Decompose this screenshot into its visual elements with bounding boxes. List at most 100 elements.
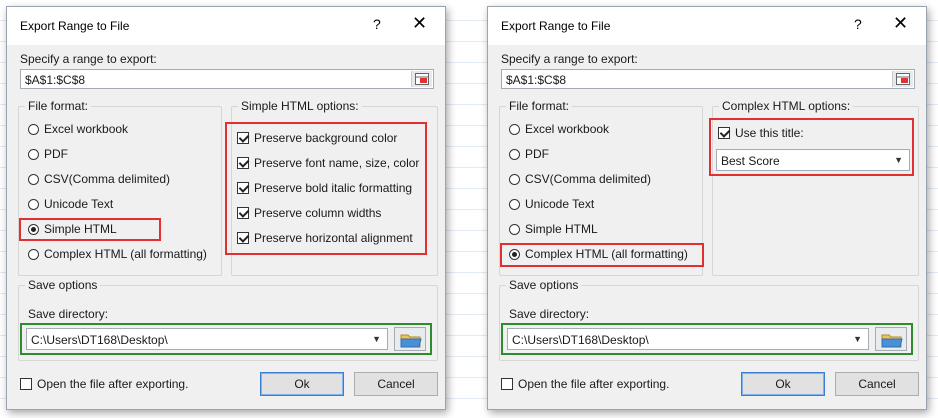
- title-combo[interactable]: Best Score ▼: [716, 149, 910, 171]
- open-after-export-checkbox[interactable]: Open the file after exporting.: [20, 377, 188, 391]
- range-label: Specify a range to export:: [20, 52, 157, 66]
- checkbox-box[interactable]: [718, 127, 730, 139]
- highlight-box-selected-format: [500, 243, 704, 267]
- help-button[interactable]: ?: [373, 16, 381, 32]
- radio-circle[interactable]: [509, 123, 520, 135]
- help-button[interactable]: ?: [854, 16, 862, 32]
- format-pdf-radio[interactable]: PDF: [509, 147, 549, 161]
- format-simple-html-radio[interactable]: Simple HTML: [509, 222, 598, 236]
- save-directory-combo[interactable]: C:\Users\DT168\Desktop\ ▼: [26, 328, 388, 350]
- radio-circle[interactable]: [509, 173, 520, 185]
- checkbox-box[interactable]: [237, 182, 249, 194]
- radio-circle[interactable]: [28, 198, 39, 210]
- highlight-box-selected-format: [19, 218, 161, 241]
- option-label: Preserve font name, size, color: [254, 156, 420, 170]
- options-title: Simple HTML options:: [238, 99, 362, 113]
- range-picker-icon: [415, 73, 429, 85]
- chevron-down-icon[interactable]: ▼: [372, 334, 381, 344]
- radio-circle[interactable]: [509, 148, 520, 160]
- radio-circle[interactable]: [28, 123, 39, 135]
- radio-circle[interactable]: [509, 223, 520, 235]
- option-label: Preserve horizontal alignment: [254, 231, 413, 245]
- range-label: Specify a range to export:: [501, 52, 638, 66]
- cancel-button[interactable]: Cancel: [354, 372, 438, 396]
- format-label: PDF: [44, 147, 68, 161]
- format-csv-radio[interactable]: CSV(Comma delimited): [28, 172, 170, 186]
- option-font-checkbox[interactable]: Preserve font name, size, color: [237, 156, 419, 170]
- close-button[interactable]: ✕: [893, 13, 908, 33]
- checkbox-box[interactable]: [20, 378, 32, 390]
- export-dialog-simple-html: Export Range to File ? ✕ Specify a range…: [6, 6, 446, 410]
- range-picker-icon: [896, 73, 910, 85]
- format-label: Excel workbook: [525, 122, 610, 136]
- option-label: Preserve bold italic formatting: [254, 181, 413, 195]
- title-bar: Export Range to File ? ✕: [488, 7, 926, 45]
- options-title: Complex HTML options:: [719, 99, 854, 113]
- chevron-down-icon[interactable]: ▼: [853, 334, 862, 344]
- folder-icon: [400, 334, 422, 348]
- format-label: PDF: [525, 147, 549, 161]
- dialog-title: Export Range to File: [501, 19, 611, 33]
- range-input[interactable]: $A$1:$C$8: [501, 69, 915, 89]
- checkbox-box[interactable]: [237, 132, 249, 144]
- radio-circle[interactable]: [28, 148, 39, 160]
- file-format-title: File format:: [506, 99, 573, 113]
- title-bar: Export Range to File ? ✕: [7, 7, 445, 45]
- radio-circle[interactable]: [28, 248, 39, 260]
- format-complex-html-radio[interactable]: Complex HTML (all formatting): [28, 247, 207, 261]
- chevron-down-icon[interactable]: ▼: [894, 155, 903, 165]
- save-options-title: Save options: [506, 278, 582, 292]
- use-title-checkbox[interactable]: Use this title:: [718, 126, 804, 140]
- option-alignment-checkbox[interactable]: Preserve horizontal alignment: [237, 231, 413, 245]
- save-dir-label: Save directory:: [509, 307, 590, 321]
- checkbox-box[interactable]: [237, 232, 249, 244]
- format-label: CSV(Comma delimited): [525, 172, 652, 186]
- export-dialog-complex-html: Export Range to File ? ✕ Specify a range…: [487, 6, 927, 410]
- save-dir-value[interactable]: C:\Users\DT168\Desktop\: [512, 333, 649, 347]
- cancel-button[interactable]: Cancel: [835, 372, 919, 396]
- format-excel-radio[interactable]: Excel workbook: [509, 122, 609, 136]
- file-format-title: File format:: [25, 99, 92, 113]
- radio-circle[interactable]: [509, 198, 520, 210]
- format-label: Excel workbook: [44, 122, 129, 136]
- format-label: CSV(Comma delimited): [44, 172, 171, 186]
- browse-folder-button[interactable]: [875, 327, 907, 351]
- radio-circle[interactable]: [28, 173, 39, 185]
- format-label: Complex HTML (all formatting): [44, 247, 207, 261]
- ok-button[interactable]: Ok: [741, 372, 825, 396]
- range-select-button[interactable]: [411, 71, 432, 87]
- save-options-title: Save options: [25, 278, 101, 292]
- format-label: Simple HTML: [525, 222, 598, 236]
- option-bold-italic-checkbox[interactable]: Preserve bold italic formatting: [237, 181, 412, 195]
- format-label: Unicode Text: [44, 197, 114, 211]
- range-select-button[interactable]: [892, 71, 913, 87]
- title-value[interactable]: Best Score: [721, 154, 780, 168]
- format-csv-radio[interactable]: CSV(Comma delimited): [509, 172, 651, 186]
- save-directory-combo[interactable]: C:\Users\DT168\Desktop\ ▼: [507, 328, 869, 350]
- checkbox-box[interactable]: [237, 157, 249, 169]
- format-unicode-radio[interactable]: Unicode Text: [509, 197, 594, 211]
- open-after-label: Open the file after exporting.: [518, 377, 670, 391]
- range-value[interactable]: $A$1:$C$8: [506, 73, 566, 87]
- range-value[interactable]: $A$1:$C$8: [25, 73, 85, 87]
- format-label: Unicode Text: [525, 197, 595, 211]
- use-title-label: Use this title:: [735, 126, 804, 140]
- option-label: Preserve column widths: [254, 206, 382, 220]
- save-dir-label: Save directory:: [28, 307, 109, 321]
- save-dir-value[interactable]: C:\Users\DT168\Desktop\: [31, 333, 168, 347]
- format-unicode-radio[interactable]: Unicode Text: [28, 197, 113, 211]
- dialog-title: Export Range to File: [20, 19, 130, 33]
- option-background-color-checkbox[interactable]: Preserve background color: [237, 131, 397, 145]
- folder-icon: [881, 334, 903, 348]
- range-input[interactable]: $A$1:$C$8: [20, 69, 434, 89]
- open-after-label: Open the file after exporting.: [37, 377, 189, 391]
- option-column-widths-checkbox[interactable]: Preserve column widths: [237, 206, 381, 220]
- format-excel-radio[interactable]: Excel workbook: [28, 122, 128, 136]
- format-pdf-radio[interactable]: PDF: [28, 147, 68, 161]
- checkbox-box[interactable]: [237, 207, 249, 219]
- open-after-export-checkbox[interactable]: Open the file after exporting.: [501, 377, 669, 391]
- ok-button[interactable]: Ok: [260, 372, 344, 396]
- checkbox-box[interactable]: [501, 378, 513, 390]
- close-button[interactable]: ✕: [412, 13, 427, 33]
- browse-folder-button[interactable]: [394, 327, 426, 351]
